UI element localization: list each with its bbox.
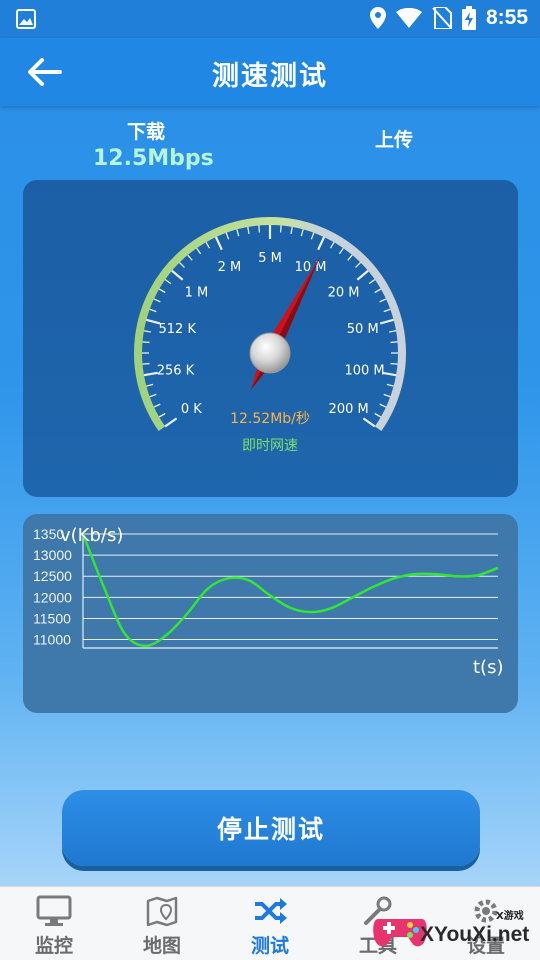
current-speed-text: 12.52Mb/秒: [230, 411, 310, 427]
app-bar: 测速测试: [0, 38, 540, 106]
gauge-minor-tick: [205, 241, 211, 249]
gauge-minor-tick: [390, 362, 398, 365]
battery-charging-icon: [461, 6, 476, 30]
speed-line-chart: 11000115001200012500130001350 v(Kb/s) t(…: [33, 525, 503, 678]
gauge-minor-tick: [389, 330, 397, 333]
map-icon: [146, 896, 178, 927]
gallery-notification-icon: [16, 9, 36, 29]
gauge-minor-tick: [368, 279, 376, 285]
gauge-major-tick: [171, 269, 184, 281]
gauge-minor-tick: [383, 393, 391, 398]
speed-series-line: [81, 533, 499, 648]
gauge-tick-label: 0 K: [181, 402, 202, 417]
download-label: 下载: [127, 121, 166, 143]
chart-x-axis-label: t(s): [473, 657, 503, 678]
monitor-icon: [36, 895, 72, 926]
gauge-minor-tick: [247, 226, 250, 234]
gauge-tick-label: 2 M: [218, 260, 242, 275]
gauge-minor-tick: [153, 403, 161, 408]
gauge-minor-tick: [179, 262, 185, 268]
gauge-minor-tick: [187, 254, 193, 261]
gauge-dial: 0 K256 K512 K1 M2 M5 M10 M20 M50 M100 M2…: [134, 217, 406, 454]
gauge-minor-tick: [158, 412, 166, 418]
nav-label-map: 地图: [142, 935, 181, 957]
status-bar: 8:55: [0, 0, 540, 38]
gauge-minor-tick: [158, 288, 166, 294]
chart-y-tick-label: 12000: [33, 589, 72, 605]
download-value: 12.5Mbps: [93, 146, 214, 171]
gauge-minor-tick: [290, 226, 293, 234]
gauge-minor-tick: [143, 330, 151, 333]
chart-y-tick-label: 11000: [33, 632, 71, 648]
gauge-minor-tick: [149, 308, 157, 313]
chart-y-tick-label: 12500: [33, 568, 72, 584]
shuffle-icon: [255, 898, 287, 924]
stop-test-button[interactable]: 停止测试: [62, 790, 480, 866]
site-watermark: X游戏 XYouXi.net: [370, 893, 540, 960]
gauge-tick-label: 5 M: [258, 251, 282, 266]
gauge-major-tick: [362, 417, 376, 428]
gauge-tick-label: 256 K: [157, 364, 195, 379]
gauge-minor-tick: [146, 383, 154, 387]
chart-y-tick-label: 11500: [33, 610, 71, 626]
gauge-minor-tick: [279, 225, 282, 233]
gauge-minor-tick: [374, 412, 382, 418]
gauge-minor-tick: [329, 241, 335, 249]
gauge-minor-tick: [379, 298, 387, 303]
page-title: 测速测试: [212, 61, 328, 92]
gauge-minor-tick: [196, 247, 202, 255]
gauge-tick-label: 200 M: [329, 402, 369, 417]
gauge-tick-label: 50 M: [347, 322, 379, 337]
chart-y-axis-label: v(Kb/s): [60, 525, 123, 546]
gauge-major-tick: [317, 236, 326, 251]
gauge-major-tick: [356, 269, 369, 281]
gauge-minor-tick: [236, 229, 240, 237]
chart-y-tick-label: 13000: [33, 547, 72, 563]
gauge-minor-tick: [142, 362, 150, 365]
gauge-minor-tick: [225, 232, 230, 240]
gauge-minor-tick: [338, 247, 344, 255]
gauge-minor-tick: [383, 308, 391, 313]
nav-label-test: 测试: [250, 935, 289, 957]
gauge-minor-tick: [164, 279, 172, 285]
gauge-minor-tick: [142, 341, 150, 344]
gauge-tick-label: 100 M: [344, 364, 384, 379]
gauge-major-tick: [379, 318, 394, 325]
gauge-major-tick: [164, 417, 178, 428]
gauge-tick-label: 1 M: [185, 285, 209, 300]
gauge-minor-tick: [374, 288, 382, 294]
gauge-hub: [249, 332, 291, 374]
watermark-small-text: X游戏: [496, 911, 524, 922]
gauge-minor-tick: [300, 229, 304, 237]
gauge-major-tick: [214, 236, 223, 251]
nav-label-monitor: 监控: [34, 935, 73, 957]
nav-item-monitor[interactable]: 监控: [0, 887, 108, 960]
no-sim-icon: [432, 7, 452, 29]
gauge-minor-tick: [386, 383, 394, 387]
gauge-minor-tick: [149, 393, 157, 398]
gauge-minor-tick: [355, 262, 361, 268]
gauge-minor-tick: [379, 403, 387, 408]
gauge-caption: 即时网速: [242, 438, 298, 454]
speed-chart: 11000 11500 12000 12500 13000 1350 v(Kb/s) t(…: [23, 514, 518, 713]
gauge-minor-tick: [310, 232, 315, 240]
gauge-minor-tick: [153, 298, 161, 303]
watermark-text: XYouXi.net: [420, 923, 530, 946]
gauge-tick-label: 512 K: [159, 322, 197, 337]
upload-label: 上传: [375, 129, 414, 151]
gauge-minor-tick: [347, 254, 353, 261]
speed-gauge: 0 K 256 K 512 K1 M2 M5 M 10 M 20 M 50 M 100 M2…: [23, 180, 518, 497]
location-icon: [369, 7, 386, 29]
status-time: 8:55: [485, 6, 528, 29]
gauge-minor-tick: [390, 341, 398, 344]
gauge-tick-label: 20 M: [328, 285, 360, 300]
nav-item-test[interactable]: 测试: [216, 887, 324, 960]
gauge-major-tick: [143, 371, 158, 377]
gauge-minor-tick: [258, 225, 261, 233]
nav-item-map[interactable]: 地图: [108, 887, 216, 960]
wifi-icon: [395, 8, 422, 28]
